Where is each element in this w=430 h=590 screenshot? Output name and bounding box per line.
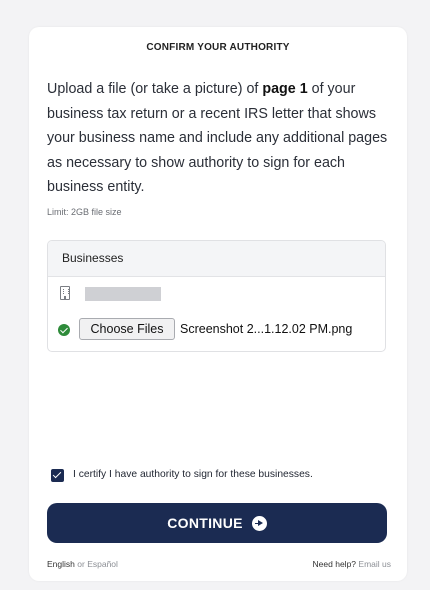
certify-label[interactable]: I certify I have authority to sign for t… <box>73 469 313 480</box>
instructions-text-start: Upload a file (or take a picture) of <box>47 81 263 97</box>
selected-file-name: Screenshot 2...1.12.02 PM.png <box>180 322 353 336</box>
instructions-text-end: of your business tax return or a recent … <box>47 81 388 195</box>
confirm-authority-card: CONFIRM YOUR AUTHORITY Upload a file (or… <box>29 27 407 581</box>
businesses-header: Businesses <box>48 241 385 277</box>
continue-label: CONTINUE <box>167 515 243 531</box>
file-size-limit: Limit: 2GB file size <box>47 207 122 217</box>
language-alt-link[interactable]: Español <box>87 559 118 569</box>
choose-files-button[interactable]: Choose Files <box>79 318 175 340</box>
arrow-right-circle-icon <box>251 515 267 531</box>
certify-checkbox[interactable] <box>51 469 64 482</box>
instructions-text: Upload a file (or take a picture) of pag… <box>47 77 392 200</box>
help-text: Need help? <box>312 559 357 569</box>
business-name-redacted <box>85 287 161 301</box>
email-us-link[interactable]: Email us <box>358 559 391 569</box>
building-icon <box>60 286 70 300</box>
check-circle-icon <box>58 324 70 336</box>
help-area: Need help? Email us <box>313 559 391 569</box>
card-heading: CONFIRM YOUR AUTHORITY <box>146 42 290 53</box>
language-or: or <box>77 559 85 569</box>
file-upload-row: Choose Files Screenshot 2...1.12.02 PM.p… <box>58 318 378 342</box>
instructions-text-bold: page 1 <box>262 81 308 97</box>
language-current: English <box>47 559 75 569</box>
businesses-panel: Businesses Choose Files Screenshot 2...1… <box>47 240 386 352</box>
language-switcher: English or Español <box>47 559 118 569</box>
continue-button[interactable]: CONTINUE <box>47 503 387 543</box>
certify-row[interactable]: I certify I have authority to sign for t… <box>51 468 391 484</box>
